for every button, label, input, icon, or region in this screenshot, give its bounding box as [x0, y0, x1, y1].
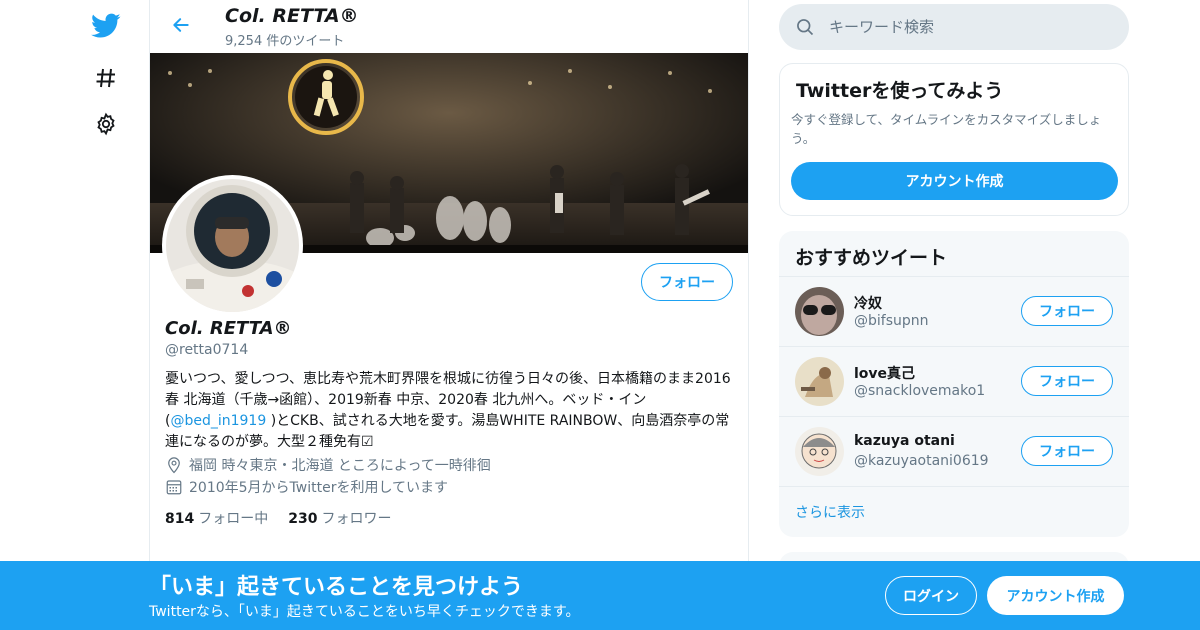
follow-button[interactable]: フォロー [1021, 436, 1113, 466]
profile-location: 福岡 時々東京・北海道 ところによって一時徘徊 [165, 455, 491, 475]
follow-button[interactable]: フォロー [641, 263, 733, 301]
recommended-handle: @bifsupnn [854, 313, 929, 329]
avatar-image [166, 179, 299, 312]
recommended-name: kazuya otani [854, 433, 955, 449]
following-stat[interactable]: 814 フォロー中 [165, 508, 268, 528]
back-button[interactable] [166, 10, 196, 40]
location-text: 福岡 時々東京・北海道 ところによって一時徘徊 [189, 458, 491, 474]
header-name: Col. RETTA® [225, 5, 359, 27]
follow-button[interactable]: フォロー [1021, 296, 1113, 326]
followers-stat[interactable]: 230 フォロワー [288, 508, 391, 528]
profile-header: Col. RETTA® 9,254 件のツイート [150, 0, 748, 53]
avatar[interactable] [795, 427, 844, 476]
avatar[interactable] [795, 287, 844, 336]
hashtag-icon[interactable] [88, 60, 124, 96]
recommended-user[interactable]: love真己 @snacklovemako1 フォロー [779, 346, 1129, 416]
recommended-title: おすすめツイート [795, 247, 948, 269]
gear-icon[interactable] [88, 106, 124, 142]
calendar-icon [166, 480, 182, 495]
tweet-count: 9,254 件のツイート [225, 34, 345, 49]
search-box [779, 4, 1129, 50]
profile-joined: 2010年5月からTwitterを利用しています [165, 477, 448, 497]
avatar[interactable] [795, 357, 844, 406]
show-more-link[interactable]: さらに表示 [779, 486, 1129, 537]
prompt-title: 「いま」起きていることを見つけよう [149, 575, 524, 600]
profile-handle[interactable]: @retta0714 [165, 342, 248, 358]
prompt-subtitle: Twitterなら、「いま」起きていることをいち早くチェックできます。 [149, 604, 580, 620]
recommended-user[interactable]: kazuya otani @kazuyaotani0619 フォロー [779, 416, 1129, 486]
signup-description: 今すぐ登録して、タイムラインをカスタマイズしましょう。 [791, 112, 1102, 146]
location-icon [168, 457, 180, 474]
search-icon [797, 19, 814, 36]
followers-count: 230 [288, 511, 318, 527]
profile-stats: 814 フォロー中 230 フォロワー [165, 508, 411, 528]
twitter-bird-icon[interactable] [88, 8, 124, 44]
recommended-card: おすすめツイート 冷奴 @bifsupnn フォロー love真己 @snack… [779, 231, 1129, 537]
create-account-button[interactable]: アカウント作成 [791, 162, 1118, 200]
recommended-handle: @kazuyaotani0619 [854, 453, 989, 469]
signup-title: Twitterを使ってみよう [796, 80, 1004, 102]
recommended-name: love真己 [854, 366, 916, 382]
login-button[interactable]: ログイン [885, 576, 977, 615]
joined-text: 2010年5月からTwitterを利用しています [189, 480, 449, 496]
recommended-user[interactable]: 冷奴 @bifsupnn フォロー [779, 276, 1129, 346]
search-input[interactable] [829, 4, 1119, 50]
bio-mention-link[interactable]: @bed_in1919 [170, 413, 266, 429]
profile-bio: 憂いつつ、愛しつつ、恵比寿や荒木町界隈を根城に彷徨う日々の後、日本橋籍のまま20… [165, 369, 735, 453]
signup-prompt-bar: 「いま」起きていることを見つけよう Twitterなら、「いま」起きていることを… [0, 561, 1200, 630]
follow-button[interactable]: フォロー [1021, 366, 1113, 396]
side-nav [70, 0, 150, 630]
signup-card: Twitterを使ってみよう 今すぐ登録して、タイムラインをカスタマイズしましょ… [779, 63, 1129, 216]
profile-avatar[interactable] [162, 175, 303, 316]
profile-name: Col. RETTA® [165, 318, 292, 339]
recommended-name: 冷奴 [854, 296, 882, 312]
followers-label: フォロワー [321, 511, 392, 527]
following-label: フォロー中 [198, 511, 269, 527]
create-account-button[interactable]: アカウント作成 [987, 576, 1124, 615]
following-count: 814 [165, 511, 195, 527]
recommended-handle: @snacklovemako1 [854, 383, 986, 399]
back-arrow-icon [173, 18, 189, 32]
profile-column: Col. RETTA® 9,254 件のツイート フォロー Col. RETTA… [149, 0, 749, 630]
